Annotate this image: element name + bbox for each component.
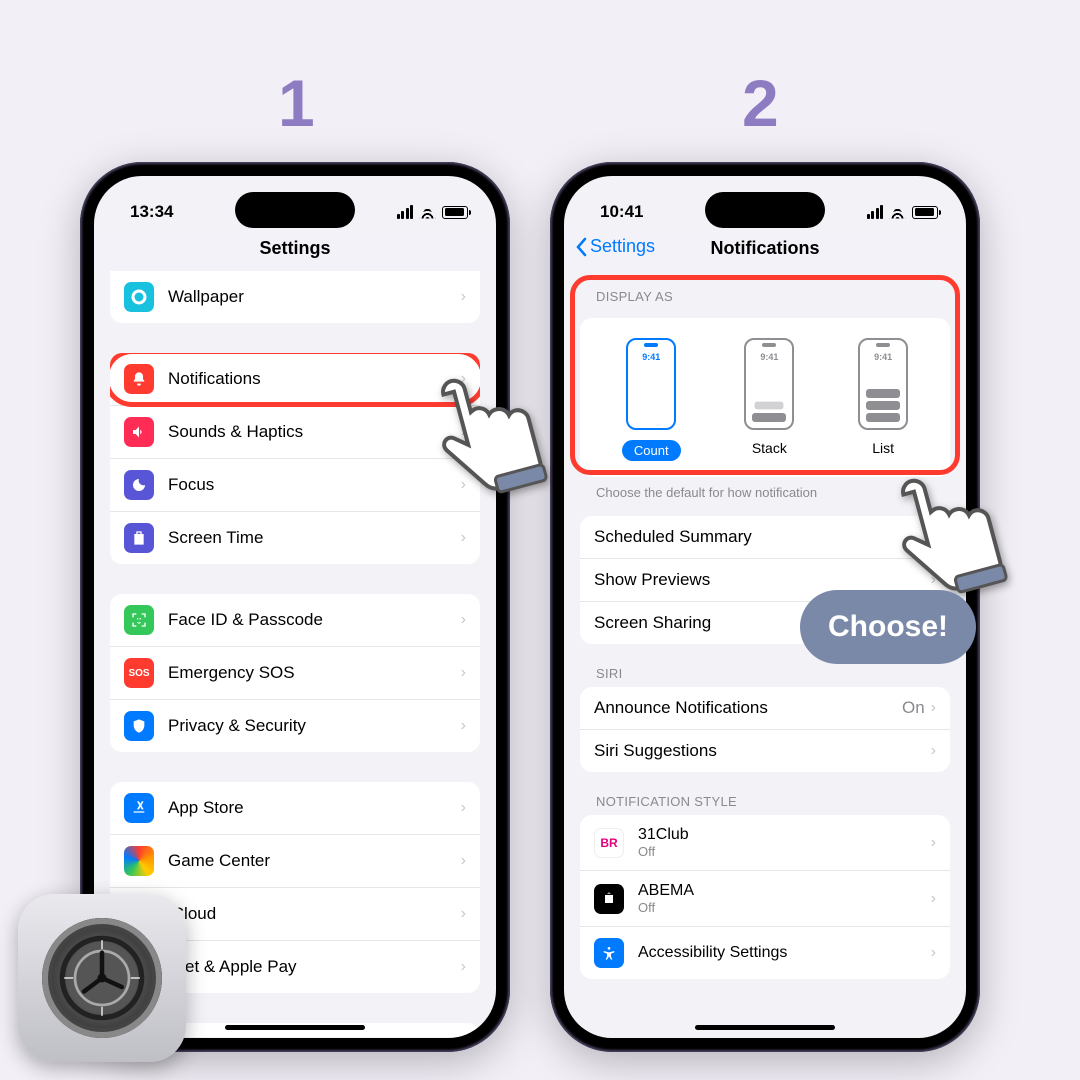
display-option-count[interactable]: 9:41 Count [622,338,681,461]
row-label: Focus [168,475,461,495]
row-label: ABEMA [638,882,931,900]
settings-row-wallpaper[interactable]: Wallpaper › [110,271,480,323]
appstore-icon [124,793,154,823]
mini-phone-stack: 9:41 [744,338,794,430]
display-option-list[interactable]: 9:41 List [858,338,908,461]
battery-icon [912,206,938,219]
settings-row-privacy[interactable]: Privacy & Security › [110,700,480,752]
gamecenter-icon [124,846,154,876]
chevron-right-icon: › [931,742,936,760]
step-1-number: 1 [278,65,315,141]
display-as-label: DISPLAY AS [580,271,950,310]
option-label: Count [622,440,681,461]
row-label: Privacy & Security [168,716,461,736]
privacy-icon [124,711,154,741]
chevron-right-icon: › [461,717,466,735]
nav-bar: Settings Notifications [564,230,966,271]
chevron-right-icon: › [461,611,466,629]
wifi-icon [889,206,906,219]
row-label: Emergency SOS [168,663,461,683]
row-label: Screen Time [168,528,461,548]
app-icon-abema [594,884,624,914]
row-label: Accessibility Settings [638,944,931,962]
status-time: 13:34 [130,202,173,222]
row-subtext: Off [638,900,931,915]
row-siri-suggestions[interactable]: Siri Suggestions › [580,730,950,772]
dynamic-island [705,192,825,228]
choose-bubble: Choose! [800,590,976,664]
chevron-right-icon: › [461,799,466,817]
row-app-accessibility[interactable]: Accessibility Settings › [580,927,950,979]
wifi-icon [419,206,436,219]
row-label: Scheduled Summary [594,527,925,547]
chevron-right-icon: › [461,958,466,976]
home-indicator [225,1025,365,1030]
settings-row-gamecenter[interactable]: Game Center › [110,835,480,888]
nav-bar: Settings [94,230,496,271]
focus-icon [124,470,154,500]
chevron-right-icon: › [461,664,466,682]
chevron-right-icon: › [461,852,466,870]
page-title: Settings [94,238,496,259]
notifications-icon [124,364,154,394]
row-label: Show Previews [594,570,925,590]
row-label: Siri Suggestions [594,741,931,761]
back-label: Settings [590,236,655,257]
screentime-icon [124,523,154,553]
home-indicator [695,1025,835,1030]
notification-style-label: NOTIFICATION STYLE [580,772,950,815]
option-label: Stack [752,440,787,456]
row-label: allet & Apple Pay [168,957,461,977]
settings-app-icon [18,894,186,1062]
chevron-right-icon: › [461,905,466,923]
row-label: Face ID & Passcode [168,610,461,630]
chevron-right-icon: › [931,944,936,962]
row-announce-notifications[interactable]: Announce Notifications On › [580,687,950,730]
display-option-stack[interactable]: 9:41 Stack [744,338,794,461]
chevron-right-icon: › [931,699,936,717]
back-button[interactable]: Settings [574,236,655,257]
mini-phone-list: 9:41 [858,338,908,430]
app-icon-31club: BR [594,828,624,858]
settings-row-screentime[interactable]: Screen Time › [110,512,480,564]
sos-icon: SOS [124,658,154,688]
row-label: Sounds & Haptics [168,422,461,442]
row-label: Game Center [168,851,461,871]
app-icon-accessibility [594,938,624,968]
tap-pointer-1 [420,350,550,515]
settings-row-faceid[interactable]: Face ID & Passcode › [110,594,480,647]
chevron-right-icon: › [461,529,466,547]
dynamic-island [235,192,355,228]
row-app-31club[interactable]: BR 31ClubOff › [580,815,950,871]
row-label: Wallpaper [168,287,461,307]
mini-phone-count: 9:41 [626,338,676,430]
chevron-right-icon: › [461,288,466,306]
status-time: 10:41 [600,202,643,222]
settings-row-sos[interactable]: SOS Emergency SOS › [110,647,480,700]
chevron-right-icon: › [931,834,936,852]
settings-row-appstore[interactable]: App Store › [110,782,480,835]
row-label: iCloud [168,904,461,924]
row-app-abema[interactable]: ABEMAOff › [580,871,950,927]
battery-icon [442,206,468,219]
row-label: 31Club [638,826,931,844]
row-label: Notifications [168,369,461,389]
row-value: On [902,698,925,718]
row-subtext: Off [638,844,931,859]
signal-icon [397,205,414,219]
row-label: Announce Notifications [594,698,902,718]
sounds-icon [124,417,154,447]
step-2-number: 2 [742,65,779,141]
wallpaper-icon [124,282,154,312]
row-label: App Store [168,798,461,818]
faceid-icon [124,605,154,635]
chevron-right-icon: › [931,890,936,908]
signal-icon [867,205,884,219]
